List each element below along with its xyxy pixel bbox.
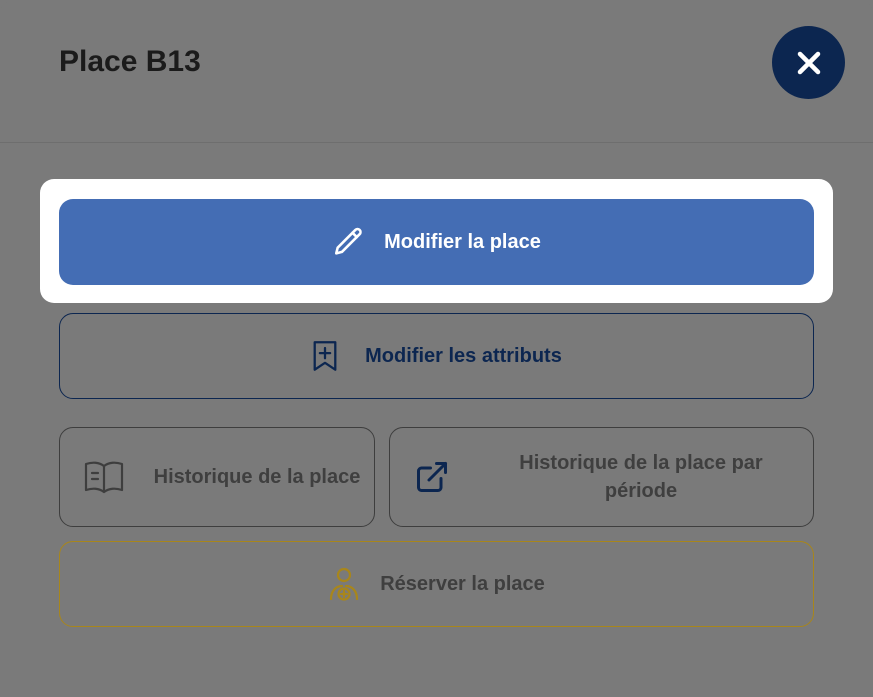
pencil-icon [332, 225, 366, 259]
close-icon [797, 51, 820, 74]
close-button[interactable] [772, 26, 845, 99]
book-open-icon [84, 459, 124, 495]
place-dialog: Place B13 Modifier la place Modifier les… [0, 0, 873, 697]
dialog-header: Place B13 [0, 0, 873, 143]
bookmark-plus-icon [311, 340, 339, 372]
history-period-label: Historique de la place par période [519, 452, 763, 502]
external-link-icon [414, 459, 450, 495]
reserve-place-label: Réserver la place [380, 572, 545, 595]
history-button[interactable]: Historique de la place [59, 427, 375, 527]
edit-attributes-label: Modifier les attributs [365, 344, 562, 367]
reserve-place-button[interactable]: Réserver la place [59, 541, 814, 627]
history-label: Historique de la place [153, 466, 361, 488]
edit-attributes-button[interactable]: Modifier les attributs [59, 313, 814, 399]
history-period-button[interactable]: Historique de la place par période [389, 427, 814, 527]
edit-place-label: Modifier la place [384, 230, 541, 253]
user-plus-icon [328, 567, 360, 601]
edit-place-button[interactable]: Modifier la place [59, 199, 814, 285]
dialog-title: Place B13 [59, 45, 201, 78]
